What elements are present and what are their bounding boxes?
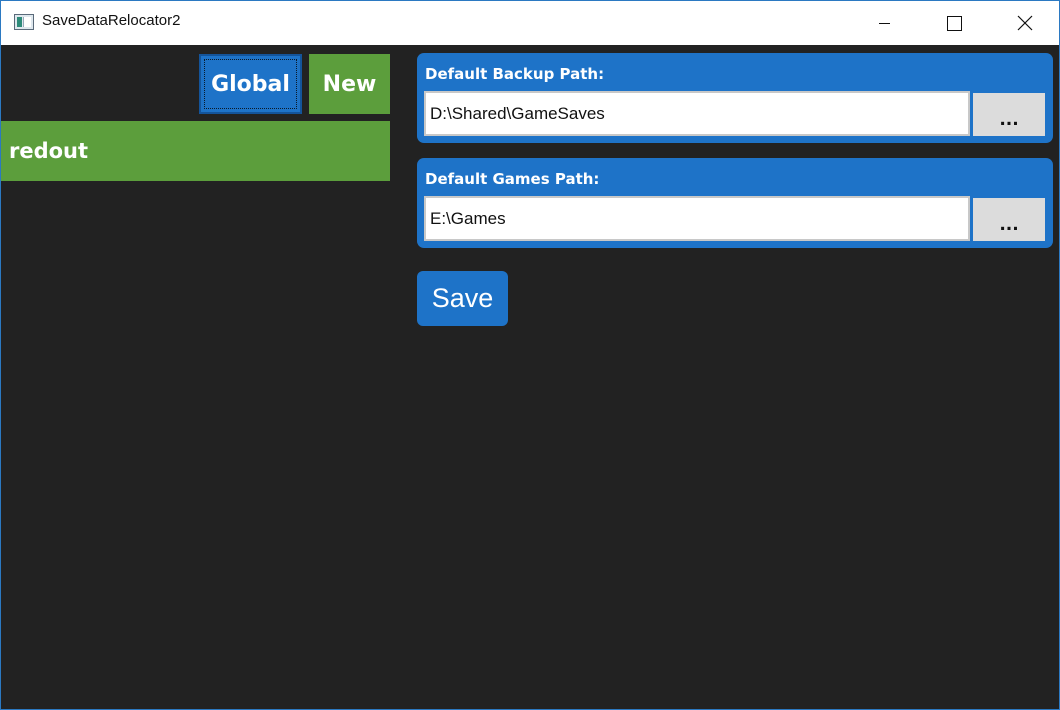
focus-ring	[204, 59, 297, 109]
games-path-label: Default Games Path:	[425, 170, 600, 188]
new-button[interactable]: New	[309, 54, 390, 114]
save-button-label: Save	[431, 283, 494, 313]
new-button-label: New	[322, 71, 377, 97]
title-bar[interactable]: SaveDataRelocator2	[1, 1, 1059, 45]
app-icon	[14, 14, 34, 30]
maximize-button[interactable]	[931, 1, 977, 45]
games-browse-button[interactable]: ...	[973, 198, 1045, 241]
save-button[interactable]: Save	[417, 271, 508, 326]
backup-path-group: Default Backup Path: D:\Shared\GameSaves…	[417, 53, 1053, 143]
backup-path-input[interactable]: D:\Shared\GameSaves	[424, 91, 970, 136]
minimize-icon	[878, 22, 890, 24]
minimize-button[interactable]	[861, 1, 907, 45]
window-title: SaveDataRelocator2	[42, 12, 181, 29]
games-browse-label: ...	[999, 215, 1019, 235]
backup-path-value: D:\Shared\GameSaves	[430, 103, 605, 123]
backup-path-label: Default Backup Path:	[425, 65, 605, 83]
app-window: SaveDataRelocator2 Global New redout Def…	[0, 0, 1060, 710]
backup-browse-label: ...	[999, 110, 1019, 130]
maximize-icon	[946, 15, 962, 31]
games-path-value: E:\Games	[430, 208, 506, 228]
backup-browse-button[interactable]: ...	[973, 93, 1045, 136]
games-path-group: Default Games Path: E:\Games ...	[417, 158, 1053, 248]
close-button[interactable]	[1002, 1, 1048, 45]
games-path-input[interactable]: E:\Games	[424, 196, 970, 241]
game-list-item[interactable]: redout	[1, 121, 390, 181]
close-icon	[1017, 15, 1033, 31]
game-list-item-label: redout	[9, 139, 89, 163]
global-button[interactable]: Global	[199, 54, 302, 114]
